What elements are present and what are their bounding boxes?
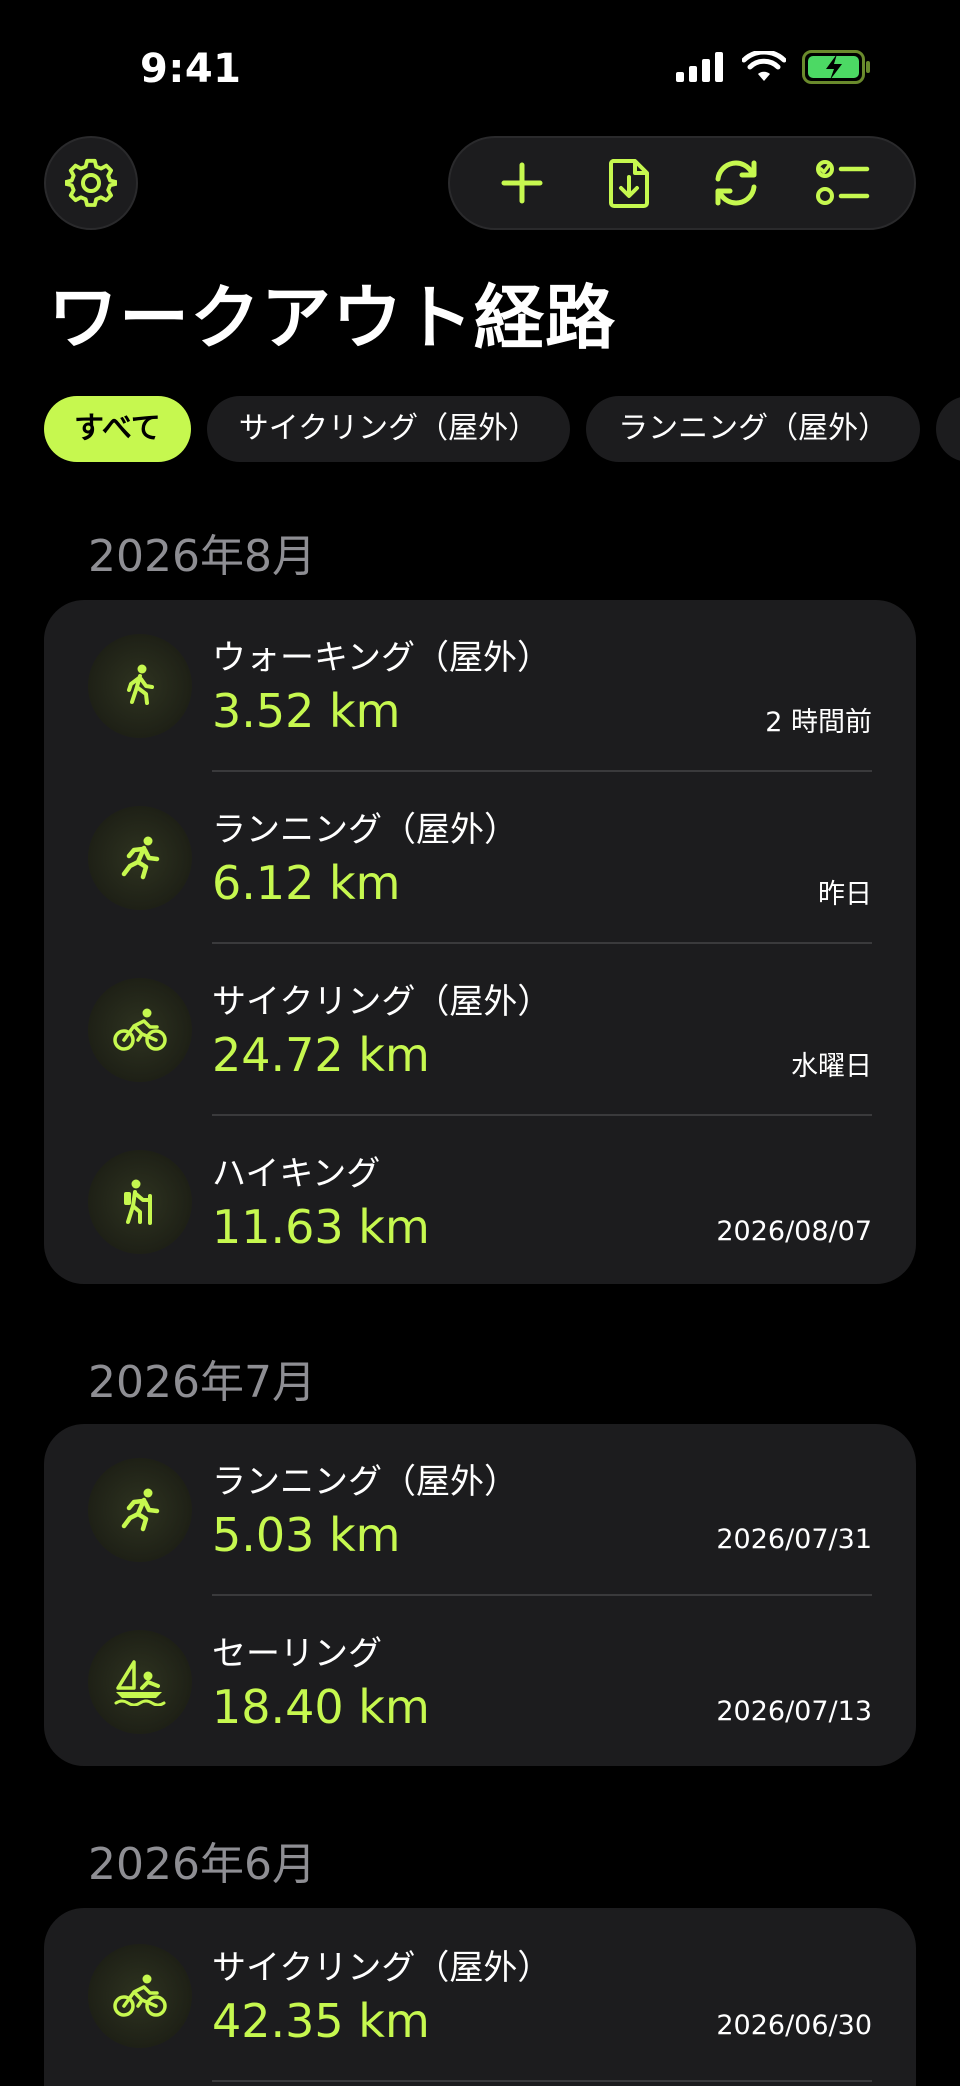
workout-list-june: サイクリング（屋外） 42.35 km 2026/06/30 bbox=[44, 1908, 916, 2086]
select-items-button[interactable] bbox=[803, 143, 883, 223]
import-file-icon bbox=[608, 159, 649, 208]
workout-distance: 5.03 km bbox=[212, 1508, 401, 1562]
gear-icon bbox=[65, 158, 117, 207]
running-icon bbox=[88, 1458, 192, 1562]
workout-distance: 42.35 km bbox=[212, 1994, 430, 2048]
workout-row[interactable]: サイクリング（屋外） 42.35 km 2026/06/30 bbox=[44, 1910, 916, 2082]
sailing-icon bbox=[88, 1630, 192, 1734]
workout-date: 2026/07/31 bbox=[716, 1524, 872, 1555]
walking-icon bbox=[88, 634, 192, 738]
wifi-icon bbox=[742, 51, 786, 81]
page-title: ワークアウト経路 bbox=[48, 277, 616, 359]
checklist-icon bbox=[815, 160, 869, 205]
workout-row[interactable]: セーリング 18.40 km 2026/07/13 bbox=[44, 1596, 916, 1766]
workout-name: サイクリング（屋外） bbox=[212, 982, 552, 1022]
workout-row[interactable]: サイクリング（屋外） 24.72 km 水曜日 bbox=[44, 944, 916, 1116]
section-header-june: 2026年6月 bbox=[88, 1839, 316, 1890]
filter-chip-running[interactable]: ランニング（屋外） bbox=[586, 396, 921, 462]
workout-date: 昨日 bbox=[818, 879, 872, 910]
status-bar: 9:41 bbox=[0, 0, 960, 140]
workout-date: 2026/07/13 bbox=[716, 1696, 872, 1727]
workout-distance: 3.52 km bbox=[212, 684, 401, 738]
workout-name: ハイキング bbox=[212, 1154, 381, 1194]
sync-icon bbox=[715, 160, 756, 206]
workout-distance: 24.72 km bbox=[212, 1028, 430, 1082]
workout-list-july: ランニング（屋外） 5.03 km 2026/07/31 セーリング 18.40… bbox=[44, 1424, 916, 1766]
section-header-july: 2026年7月 bbox=[88, 1357, 316, 1408]
filter-chip-walking[interactable]: ウ bbox=[936, 396, 960, 462]
workout-name: サイクリング（屋外） bbox=[212, 1948, 552, 1988]
workout-list-august: ウォーキング（屋外） 3.52 km 2 時間前 ランニング（屋外） 6.12 … bbox=[44, 600, 916, 1284]
workout-date: 2026/08/07 bbox=[716, 1216, 872, 1247]
workout-name: ウォーキング（屋外） bbox=[212, 638, 551, 678]
workout-distance: 6.12 km bbox=[212, 856, 401, 910]
workout-name: ランニング（屋外） bbox=[212, 810, 518, 850]
add-workout-button[interactable] bbox=[482, 143, 562, 223]
workout-date: 2026/06/30 bbox=[716, 2010, 872, 2041]
workout-name: セーリング bbox=[212, 1634, 382, 1674]
workout-distance: 18.40 km bbox=[212, 1680, 430, 1734]
cellular-signal-icon bbox=[676, 52, 723, 82]
cycling-icon bbox=[88, 978, 192, 1082]
workout-row[interactable]: ハイキング 11.63 km 2026/08/07 bbox=[44, 1116, 916, 1284]
divider bbox=[212, 2080, 872, 2082]
filter-chip-all[interactable]: すべて bbox=[44, 396, 191, 462]
filter-chip-cycling[interactable]: サイクリング（屋外） bbox=[206, 396, 571, 462]
import-file-button[interactable] bbox=[589, 143, 669, 223]
workout-row[interactable]: ランニング（屋外） 5.03 km 2026/07/31 bbox=[44, 1424, 916, 1596]
hiking-icon bbox=[88, 1150, 192, 1254]
filter-chips: すべてサイクリング（屋外）ランニング（屋外）ウ bbox=[44, 396, 960, 464]
workout-row[interactable]: ウォーキング（屋外） 3.52 km 2 時間前 bbox=[44, 600, 916, 772]
cycling-icon bbox=[88, 1944, 192, 2048]
toolbar bbox=[448, 136, 916, 230]
battery-charging-icon bbox=[802, 50, 870, 84]
workout-date: 水曜日 bbox=[791, 1051, 872, 1082]
plus-icon bbox=[501, 162, 542, 204]
workout-date: 2 時間前 bbox=[765, 707, 872, 738]
sync-button[interactable] bbox=[696, 143, 776, 223]
running-icon bbox=[88, 806, 192, 910]
workout-name: ランニング（屋外） bbox=[212, 1462, 518, 1502]
section-header-august: 2026年8月 bbox=[88, 531, 316, 582]
status-icons bbox=[676, 50, 872, 84]
workout-distance: 11.63 km bbox=[212, 1200, 430, 1254]
settings-button[interactable] bbox=[44, 136, 138, 230]
workout-row[interactable]: ランニング（屋外） 6.12 km 昨日 bbox=[44, 772, 916, 944]
status-time: 9:41 bbox=[140, 46, 242, 92]
